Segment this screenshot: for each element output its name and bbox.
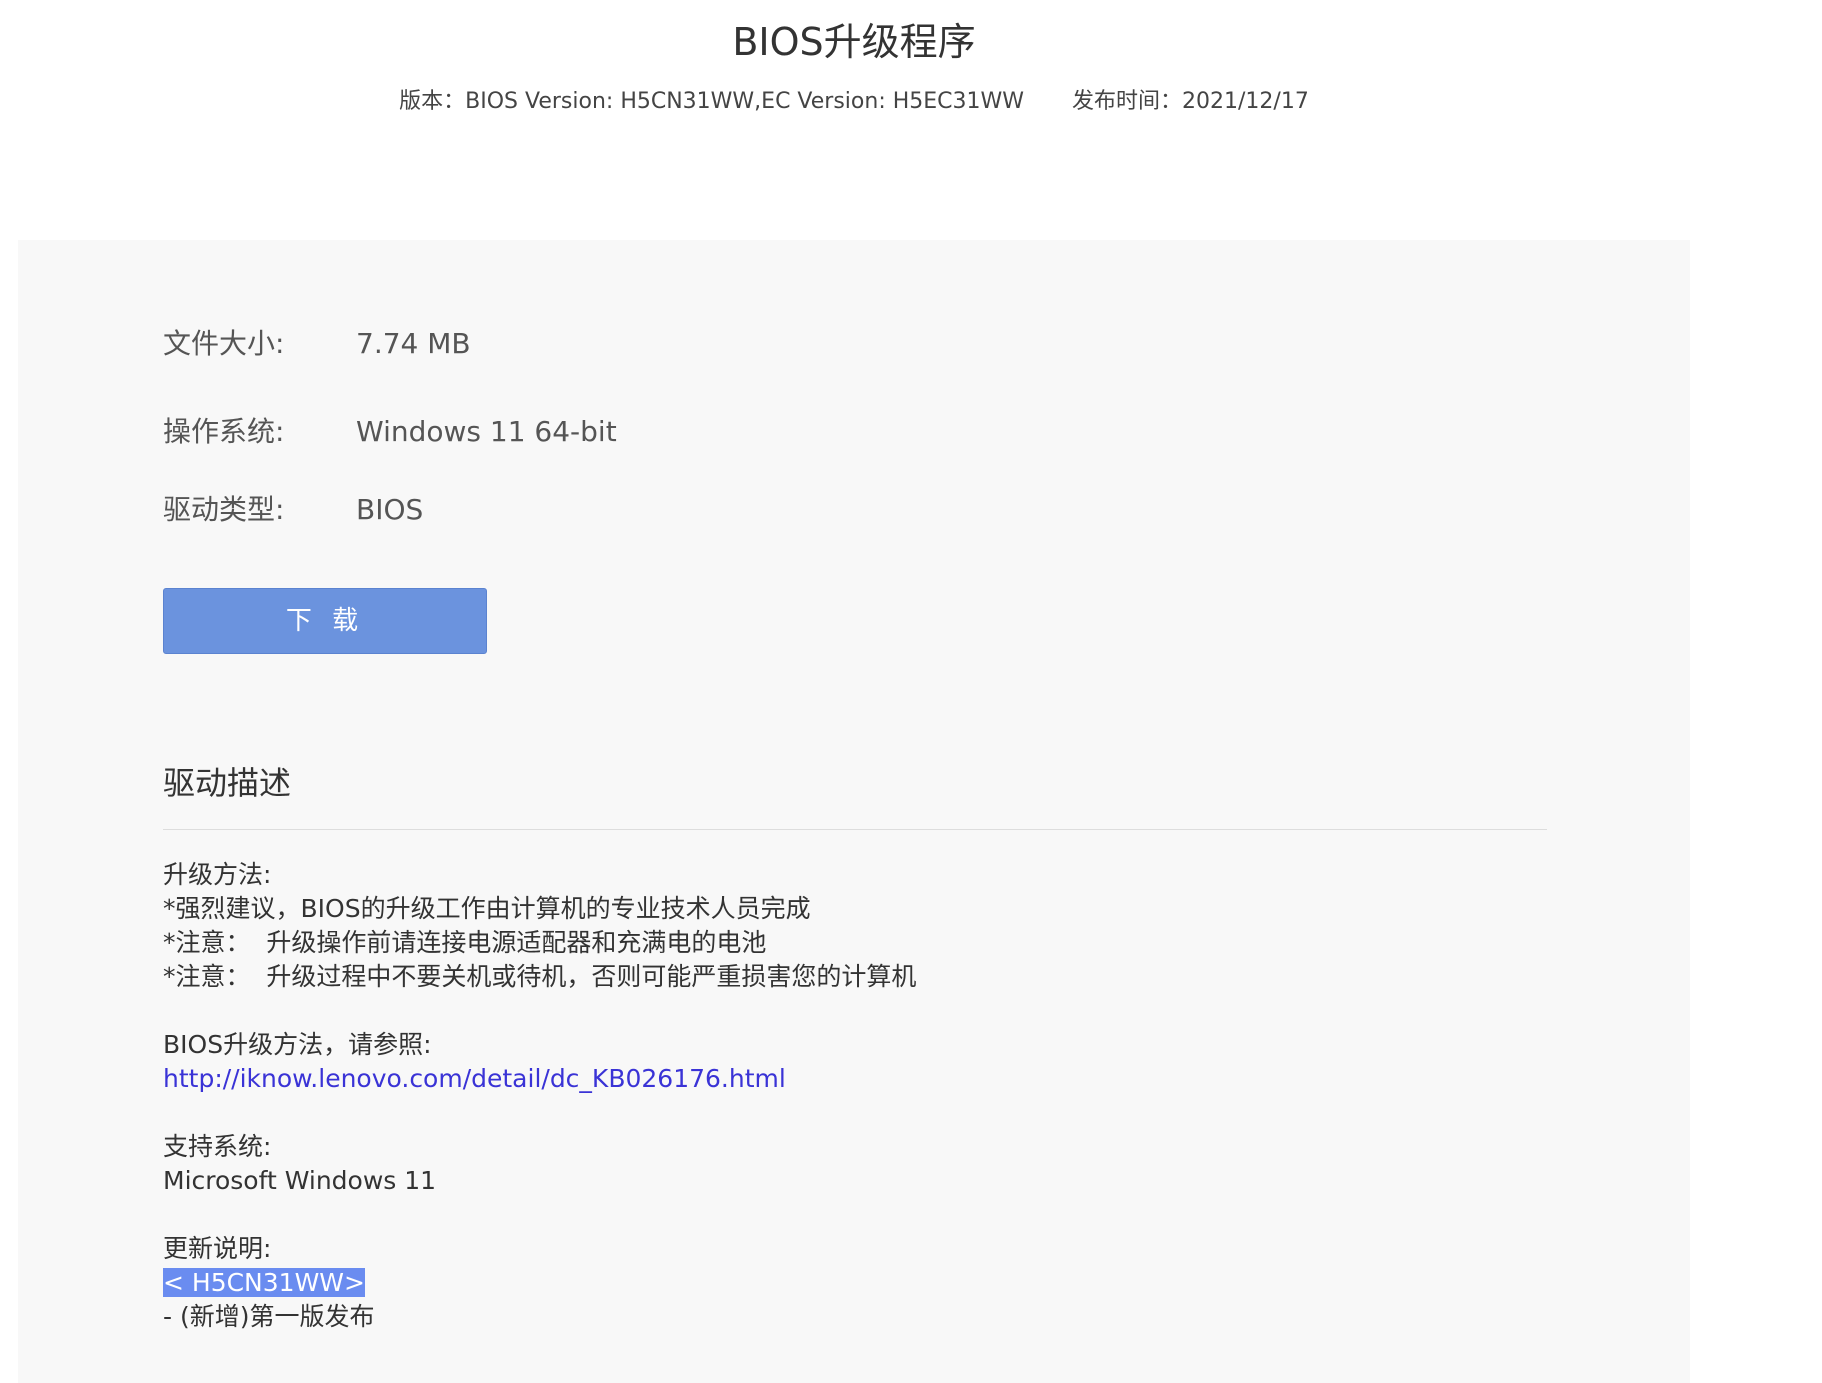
description-body: 升级方法: *强烈建议，BIOS的升级工作由计算机的专业技术人员完成 *注意： … xyxy=(163,858,916,1334)
release-date: 发布时间：2021/12/17 xyxy=(1072,89,1309,114)
update-version: < H5CN31WW> xyxy=(163,1268,365,1297)
version-meta: 版本：BIOS Version: H5CN31WW,EC Version: H5… xyxy=(0,86,1708,118)
note-item: *强烈建议，BIOS的升级工作由计算机的专业技术人员完成 xyxy=(163,894,811,923)
file-size-label: 文件大小: xyxy=(163,327,285,360)
version-text: 版本：BIOS Version: H5CN31WW,EC Version: H5… xyxy=(399,89,1025,114)
os-label: 操作系统: xyxy=(163,415,285,448)
os-value: Windows 11 64-bit xyxy=(356,415,617,448)
driver-detail-panel: 文件大小: 7.74 MB 操作系统: Windows 11 64-bit 驱动类型… xyxy=(18,240,1690,1383)
driver-type-value: BIOS xyxy=(356,493,424,526)
support-heading: 支持系统: xyxy=(163,1132,272,1161)
section-divider xyxy=(163,829,1547,830)
reference-heading: BIOS升级方法，请参照: xyxy=(163,1030,432,1059)
update-item: - (新增)第一版发布 xyxy=(163,1302,375,1331)
file-size-row: 文件大小: 7.74 MB xyxy=(163,324,471,364)
description-title: 驱动描述 xyxy=(163,764,292,802)
upgrade-heading: 升级方法: xyxy=(163,860,272,889)
note-item: *注意： 升级操作前请连接电源适配器和充满电的电池 xyxy=(163,928,767,957)
page-title: BIOS升级程序 xyxy=(732,20,976,64)
note-item: *注意： 升级过程中不要关机或待机，否则可能严重损害您的计算机 xyxy=(163,962,917,991)
driver-type-label: 驱动类型: xyxy=(163,493,285,526)
reference-link[interactable]: http://iknow.lenovo.com/detail/dc_KB0261… xyxy=(163,1064,786,1093)
support-value: Microsoft Windows 11 xyxy=(163,1166,437,1195)
update-heading: 更新说明: xyxy=(163,1234,272,1263)
driver-type-row: 驱动类型: BIOS xyxy=(163,490,423,530)
os-row: 操作系统: Windows 11 64-bit xyxy=(163,412,617,452)
page-header: BIOS升级程序 版本：BIOS Version: H5CN31WW,EC Ve… xyxy=(0,0,1822,240)
file-size-value: 7.74 MB xyxy=(356,327,471,360)
download-button[interactable]: 下 载 xyxy=(163,588,487,654)
